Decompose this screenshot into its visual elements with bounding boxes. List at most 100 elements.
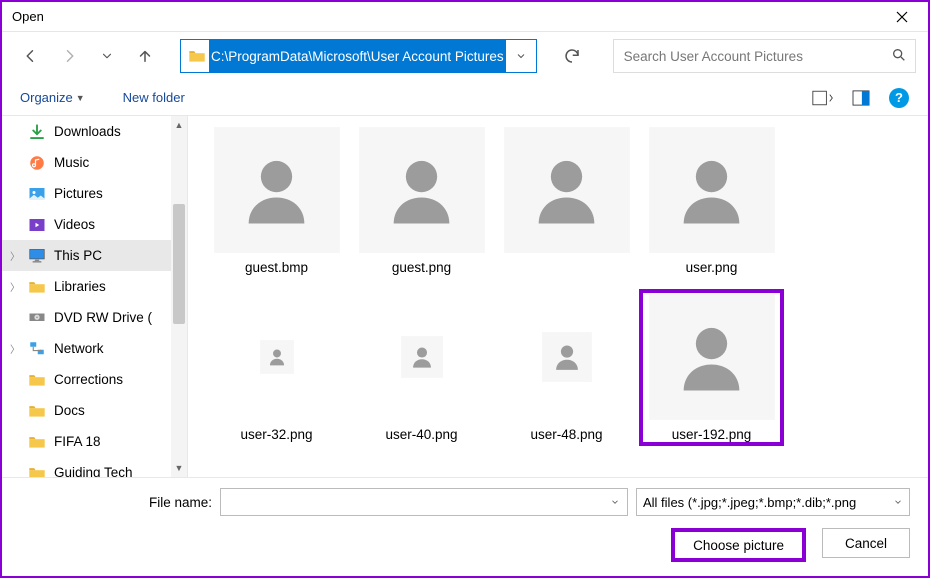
file-thumbnail — [650, 126, 774, 254]
file-thumbnail — [505, 126, 629, 254]
back-button[interactable] — [14, 39, 48, 73]
toolbar: Organize ▼ New folder ? — [2, 80, 928, 116]
cancel-button[interactable]: Cancel — [822, 528, 910, 558]
file-name: user-192.png — [672, 427, 752, 442]
music-icon — [28, 154, 46, 172]
sidebar-item-label: Music — [54, 155, 89, 170]
organize-label: Organize — [20, 90, 73, 105]
file-name: guest.png — [392, 260, 451, 275]
view-mode-button[interactable] — [808, 84, 838, 112]
file-item[interactable] — [494, 122, 639, 279]
up-button[interactable] — [128, 39, 162, 73]
download-icon — [28, 123, 46, 141]
file-item[interactable]: guest.bmp — [204, 122, 349, 279]
close-button[interactable] — [882, 3, 922, 31]
file-thumbnail — [360, 126, 484, 254]
file-type-filter[interactable]: All files (*.jpg;*.jpeg;*.bmp;*.dib;*.pn… — [636, 488, 910, 516]
filter-label: All files (*.jpg;*.jpeg;*.bmp;*.dib;*.pn… — [643, 495, 856, 510]
folder-icon — [28, 278, 46, 296]
file-name: user-40.png — [385, 427, 457, 442]
sidebar: DownloadsMusicPicturesVideos〉This PC〉Lib… — [2, 116, 188, 477]
folder-icon — [28, 402, 46, 420]
choose-picture-button[interactable]: Choose picture — [671, 528, 806, 562]
sidebar-item[interactable]: Pictures — [2, 178, 171, 209]
new-folder-button[interactable]: New folder — [119, 80, 189, 115]
file-item[interactable]: user.png — [639, 122, 784, 279]
chevron-right-icon: 〉 — [10, 279, 20, 294]
titlebar: Open — [2, 2, 928, 32]
folder-icon — [28, 433, 46, 451]
sidebar-item[interactable]: Corrections — [2, 364, 171, 395]
sidebar-item[interactable]: 〉 Network — [2, 333, 171, 364]
filename-dropdown[interactable] — [603, 495, 627, 510]
caret-down-icon: ▼ — [76, 93, 85, 103]
recent-locations-button[interactable] — [90, 39, 124, 73]
file-thumbnail — [402, 293, 442, 421]
sidebar-item-label: Corrections — [54, 372, 123, 387]
file-thumbnail — [543, 293, 591, 421]
pictures-icon — [28, 185, 46, 203]
address-text[interactable]: C:\ProgramData\Microsoft\User Account Pi… — [209, 40, 506, 72]
network-icon — [28, 340, 46, 358]
address-dropdown[interactable] — [506, 40, 536, 72]
scroll-down-icon[interactable]: ▼ — [171, 459, 187, 477]
sidebar-item[interactable]: Music — [2, 147, 171, 178]
preview-pane-button[interactable] — [846, 84, 876, 112]
file-name: user.png — [686, 260, 738, 275]
new-folder-label: New folder — [123, 90, 185, 105]
file-item[interactable]: user-32.png — [204, 289, 349, 446]
refresh-button[interactable] — [551, 39, 593, 73]
file-item[interactable]: guest.png — [349, 122, 494, 279]
file-item[interactable]: user-48.png — [494, 289, 639, 446]
sidebar-scrollbar[interactable]: ▲ ▼ — [171, 116, 187, 477]
scroll-thumb[interactable] — [173, 204, 185, 324]
filter-dropdown-icon — [893, 495, 903, 510]
footer: File name: All files (*.jpg;*.jpeg;*.bmp… — [2, 477, 928, 576]
filename-label: File name: — [20, 495, 212, 510]
sidebar-item[interactable]: 〉 Libraries — [2, 271, 171, 302]
folder-icon — [28, 464, 46, 478]
file-thumbnail — [215, 126, 339, 254]
sidebar-item[interactable]: Downloads — [2, 116, 171, 147]
address-bar[interactable]: C:\ProgramData\Microsoft\User Account Pi… — [180, 39, 537, 73]
sidebar-item[interactable]: Docs — [2, 395, 171, 426]
filename-input[interactable] — [220, 488, 628, 516]
sidebar-item[interactable]: FIFA 18 — [2, 426, 171, 457]
body: DownloadsMusicPicturesVideos〉This PC〉Lib… — [2, 116, 928, 477]
folder-icon — [28, 371, 46, 389]
sidebar-item-label: Guiding Tech — [54, 465, 133, 477]
sidebar-item-label: Pictures — [54, 186, 103, 201]
sidebar-item-label: Downloads — [54, 124, 121, 139]
sidebar-item[interactable]: 〉This PC — [2, 240, 171, 271]
sidebar-item-label: FIFA 18 — [54, 434, 101, 449]
file-name: user-48.png — [530, 427, 602, 442]
open-dialog: Open C:\ProgramData\Microsoft\User Accou… — [0, 0, 930, 578]
file-thumbnail — [650, 293, 774, 421]
sidebar-item-label: Network — [54, 341, 104, 356]
file-item[interactable]: user-192.png — [639, 289, 784, 446]
sidebar-item-label: Libraries — [54, 279, 106, 294]
folder-icon — [185, 45, 209, 67]
file-name: user-32.png — [240, 427, 312, 442]
file-item[interactable]: user-40.png — [349, 289, 494, 446]
organize-menu[interactable]: Organize ▼ — [16, 80, 89, 115]
sidebar-item-label: DVD RW Drive ( — [54, 310, 152, 325]
window-title: Open — [12, 9, 882, 24]
sidebar-item[interactable]: Videos — [2, 209, 171, 240]
cancel-label: Cancel — [845, 536, 887, 551]
search-input[interactable] — [622, 48, 891, 65]
scroll-track[interactable] — [171, 134, 187, 459]
file-thumbnail — [261, 293, 293, 421]
sidebar-item[interactable]: DVD RW Drive ( — [2, 302, 171, 333]
chevron-right-icon: 〉 — [10, 341, 20, 356]
thispc-icon — [28, 247, 46, 265]
help-button[interactable]: ? — [884, 84, 914, 112]
search-box[interactable] — [613, 39, 916, 73]
file-grid: guest.bmp guest.png user.png user-32.png use… — [188, 116, 928, 477]
scroll-up-icon[interactable]: ▲ — [171, 116, 187, 134]
sidebar-item[interactable]: Guiding Tech — [2, 457, 171, 477]
search-icon — [891, 47, 907, 66]
forward-button[interactable] — [52, 39, 86, 73]
sidebar-item-label: This PC — [54, 248, 102, 263]
help-icon: ? — [889, 88, 909, 108]
